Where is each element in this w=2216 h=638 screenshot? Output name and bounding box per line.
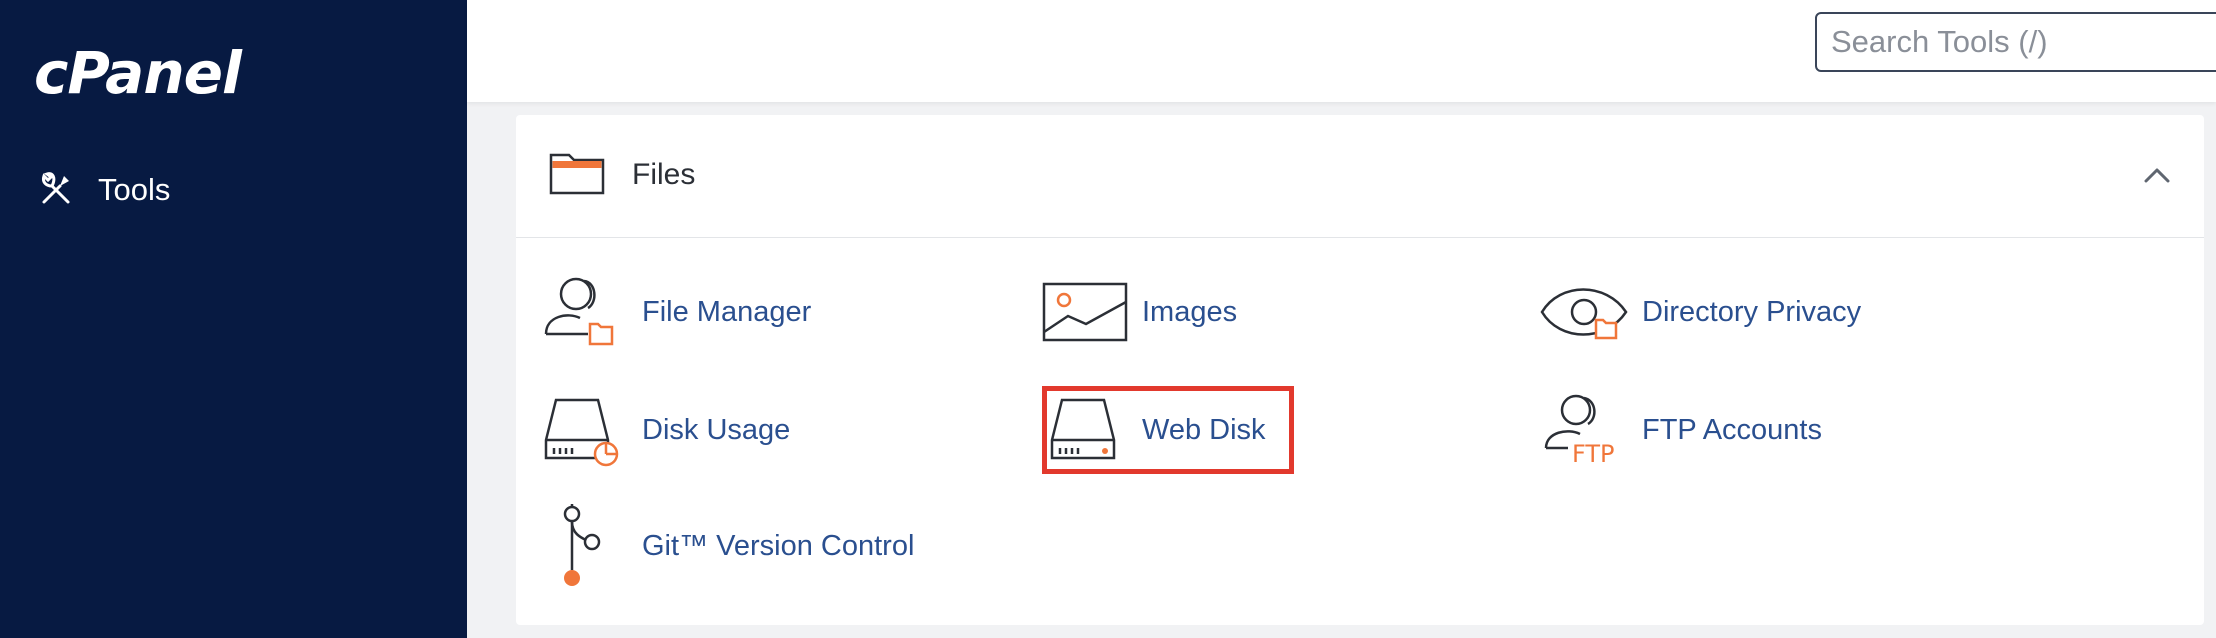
sidebar-item-label: Tools — [98, 172, 171, 207]
tool-label: Disk Usage — [642, 413, 791, 446]
git-icon — [563, 504, 601, 586]
files-panel: Files File Manager Images Directory Priv… — [516, 115, 2204, 625]
tool-directory-privacy[interactable]: Directory Privacy — [1538, 272, 1861, 352]
images-icon — [1042, 282, 1128, 342]
tool-git-version-control[interactable]: Git™ Version Control — [538, 500, 914, 592]
tool-images[interactable]: Images — [1038, 272, 1237, 352]
section-title: Files — [632, 158, 696, 191]
sidebar-item-tools[interactable]: Tools — [38, 172, 170, 208]
cpanel-logo[interactable]: cPanel — [34, 38, 242, 108]
tool-disk-usage[interactable]: Disk Usage — [538, 390, 790, 470]
ftp-accounts-icon: FTP — [1544, 394, 1615, 468]
tool-label: Directory Privacy — [1642, 295, 1862, 328]
web-disk-icon — [1050, 398, 1116, 460]
tool-label: FTP Accounts — [1642, 413, 1822, 446]
folder-icon — [549, 153, 605, 195]
chevron-up-icon[interactable] — [2142, 165, 2172, 185]
tool-label: File Manager — [642, 295, 812, 328]
directory-privacy-icon — [1540, 288, 1628, 340]
file-manager-icon — [544, 277, 614, 346]
files-section-header[interactable]: Files — [516, 115, 2204, 238]
search-input[interactable] — [1815, 12, 2216, 72]
tools-icon — [42, 172, 70, 204]
disk-usage-icon — [544, 398, 619, 467]
tool-file-manager[interactable]: File Manager — [538, 272, 811, 352]
tool-label: Git™ Version Control — [642, 529, 915, 562]
tool-ftp-accounts[interactable]: FTP FTP Accounts — [1538, 390, 1822, 470]
ftp-icon-text: FTP — [1572, 440, 1615, 468]
tool-label: Web Disk — [1142, 413, 1266, 446]
tool-label: Images — [1142, 295, 1238, 328]
sidebar: cPanel Tools — [0, 0, 467, 638]
tool-web-disk[interactable]: Web Disk — [1038, 390, 1266, 470]
